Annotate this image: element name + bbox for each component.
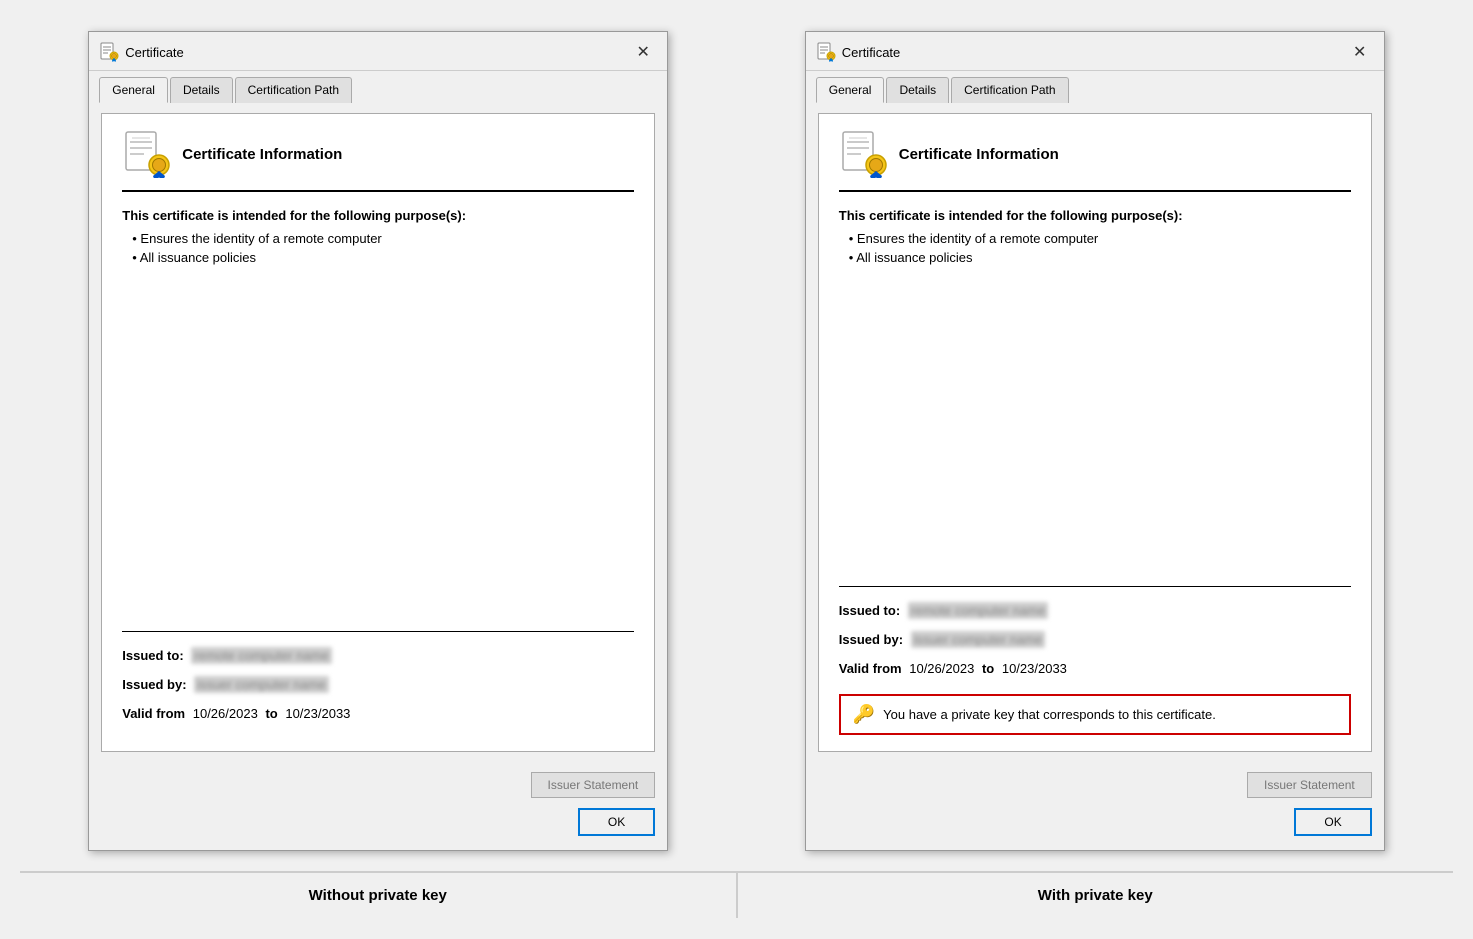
right-dialog-section: Certificate ✕ General Details Certif — [737, 21, 1454, 871]
left-cert-header: Certificate Information — [122, 130, 634, 192]
left-issued-to: Issued to: remote computer name — [122, 648, 634, 663]
left-purpose-title: This certificate is intended for the fol… — [122, 208, 634, 223]
right-issued-to-value: remote computer name — [908, 602, 1048, 619]
right-valid-to-label: to — [982, 661, 994, 676]
right-title-bar: Certificate ✕ — [806, 32, 1384, 71]
right-valid-from-label: Valid from — [839, 661, 902, 676]
left-dialog-section: Certificate ✕ General Details Certif — [20, 21, 737, 871]
right-tab-details[interactable]: Details — [886, 77, 949, 103]
left-valid-to-date: 10/23/2033 — [285, 706, 350, 721]
right-bullet-2: All issuance policies — [849, 250, 1351, 265]
right-tab-general[interactable]: General — [816, 77, 885, 103]
right-valid-from-date: 10/26/2023 — [909, 661, 974, 676]
left-bullet-list: Ensures the identity of a remote compute… — [122, 231, 634, 269]
left-valid-line: Valid from 10/26/2023 to 10/23/2033 — [122, 706, 634, 721]
left-tab-certification-path[interactable]: Certification Path — [235, 77, 352, 103]
right-valid-to-date: 10/23/2033 — [1002, 661, 1067, 676]
left-bullet-1: Ensures the identity of a remote compute… — [132, 231, 634, 246]
left-issued-to-value: remote computer name — [191, 647, 331, 664]
right-title-bar-left: Certificate — [816, 42, 901, 62]
right-issued-by: Issued by: issuer computer name — [839, 632, 1351, 647]
left-valid-from-label: Valid from — [122, 706, 185, 721]
left-cert-icon — [122, 130, 170, 178]
right-close-button[interactable]: ✕ — [1348, 40, 1372, 64]
dialogs-row: Certificate ✕ General Details Certif — [20, 21, 1453, 871]
right-issued-by-value: issuer computer name — [911, 631, 1046, 648]
left-tab-general[interactable]: General — [99, 77, 168, 103]
right-issued-by-label: Issued by: — [839, 632, 903, 647]
left-close-icon: ✕ — [637, 42, 650, 62]
right-bullet-list: Ensures the identity of a remote compute… — [839, 231, 1351, 269]
left-dialog-body: Certificate Information This certificate… — [89, 103, 667, 764]
left-issued-by-value: issuer computer name — [194, 676, 329, 693]
right-cert-title-icon — [816, 42, 836, 62]
left-dialog-window: Certificate ✕ General Details Certif — [88, 31, 668, 851]
right-dialog-footer: Issuer Statement — [806, 764, 1384, 808]
right-cert-inner: Certificate Information This certificate… — [818, 113, 1372, 752]
left-cert-icon-svg — [122, 130, 170, 178]
left-bullet-2: All issuance policies — [132, 250, 634, 265]
left-issued-by: Issued by: issuer computer name — [122, 677, 634, 692]
right-issued-to: Issued to: remote computer name — [839, 603, 1351, 618]
left-cert-inner: Certificate Information This certificate… — [101, 113, 655, 752]
right-issuer-statement-button[interactable]: Issuer Statement — [1247, 772, 1372, 798]
left-valid-to-label: to — [265, 706, 277, 721]
left-window-icon — [99, 42, 119, 62]
left-ok-footer: OK — [89, 808, 667, 850]
left-cert-title-icon — [99, 42, 119, 62]
left-tabs-bar: General Details Certification Path — [89, 71, 667, 103]
private-key-box: 🔑 You have a private key that correspond… — [839, 694, 1351, 735]
left-ok-button[interactable]: OK — [578, 808, 655, 836]
right-caption: With private key — [738, 871, 1454, 918]
left-dialog-title: Certificate — [125, 45, 184, 60]
right-issued-to-label: Issued to: — [839, 603, 900, 618]
right-purpose-title: This certificate is intended for the fol… — [839, 208, 1351, 223]
left-cert-divider — [122, 631, 634, 632]
left-spacer — [122, 285, 634, 611]
left-dialog-footer: Issuer Statement — [89, 764, 667, 808]
right-cert-header: Certificate Information — [839, 130, 1351, 192]
left-issuer-statement-button[interactable]: Issuer Statement — [531, 772, 656, 798]
left-title-bar-left: Certificate — [99, 42, 184, 62]
right-valid-line: Valid from 10/26/2023 to 10/23/2033 — [839, 661, 1351, 676]
right-dialog-title: Certificate — [842, 45, 901, 60]
left-title-bar: Certificate ✕ — [89, 32, 667, 71]
key-icon: 🔑 — [853, 704, 875, 725]
right-ok-footer: OK — [806, 808, 1384, 850]
right-bullet-1: Ensures the identity of a remote compute… — [849, 231, 1351, 246]
right-dialog-window: Certificate ✕ General Details Certif — [805, 31, 1385, 851]
left-caption: Without private key — [20, 871, 736, 918]
left-tab-details[interactable]: Details — [170, 77, 233, 103]
right-ok-button[interactable]: OK — [1294, 808, 1371, 836]
right-cert-divider — [839, 586, 1351, 587]
right-tab-certification-path[interactable]: Certification Path — [951, 77, 1068, 103]
right-tabs-bar: General Details Certification Path — [806, 71, 1384, 103]
right-dialog-body: Certificate Information This certificate… — [806, 103, 1384, 764]
left-valid-from-date: 10/26/2023 — [193, 706, 258, 721]
private-key-text: You have a private key that corresponds … — [883, 707, 1216, 722]
caption-row: Without private key With private key — [20, 871, 1453, 918]
right-window-icon — [816, 42, 836, 62]
left-issued-by-label: Issued by: — [122, 677, 186, 692]
left-issued-to-label: Issued to: — [122, 648, 183, 663]
right-close-icon: ✕ — [1353, 42, 1366, 62]
left-close-button[interactable]: ✕ — [631, 40, 655, 64]
right-cert-icon-svg — [839, 130, 887, 178]
right-spacer — [839, 285, 1351, 566]
page-wrapper: Certificate ✕ General Details Certif — [0, 1, 1473, 938]
left-cert-header-title: Certificate Information — [182, 146, 342, 163]
right-cert-header-title: Certificate Information — [899, 146, 1059, 163]
right-cert-icon — [839, 130, 887, 178]
